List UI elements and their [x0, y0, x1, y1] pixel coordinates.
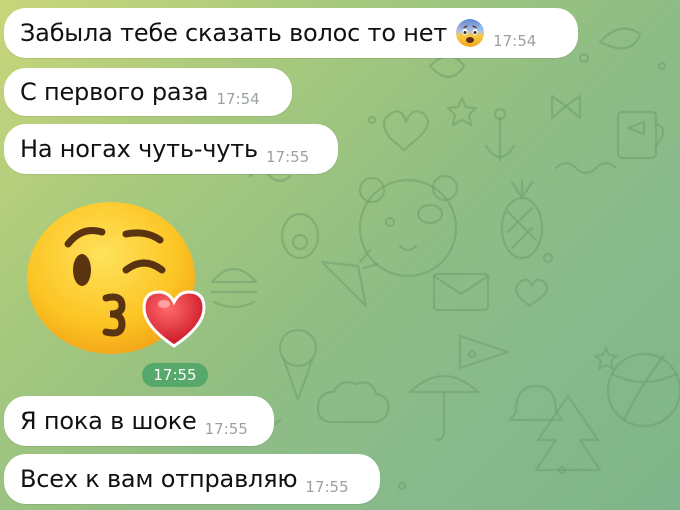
- sticker-time-badge: 17:55: [142, 363, 208, 387]
- message-bubble[interactable]: Всех к вам отправляю 17:55: [4, 454, 380, 504]
- message-bubble[interactable]: Я пока в шоке 17:55: [4, 396, 274, 446]
- message-text: С первого раза: [20, 78, 209, 106]
- message-time: 17:55: [265, 148, 310, 166]
- message-time: 17:54: [216, 90, 260, 108]
- message-bubble[interactable]: С первого раза 17:54: [4, 68, 292, 116]
- message-time: 17:54: [493, 32, 537, 50]
- message-text: На ногах чуть-чуть: [20, 135, 258, 163]
- message-time: 17:55: [305, 478, 349, 496]
- message-bubble[interactable]: На ногах чуть-чуть 17:55: [4, 124, 338, 174]
- message-text: Я пока в шоке: [20, 407, 197, 435]
- anxious-face-with-sweat-icon: [455, 18, 485, 48]
- message-time: 17:55: [204, 420, 248, 438]
- face-blowing-kiss-icon[interactable]: [26, 200, 206, 360]
- message-text: Всех к вам отправляю: [20, 465, 298, 493]
- message-text: Забыла тебе сказать волос то нет: [20, 19, 448, 47]
- message-bubble[interactable]: Забыла тебе сказать волос то нет 17:54: [4, 8, 578, 58]
